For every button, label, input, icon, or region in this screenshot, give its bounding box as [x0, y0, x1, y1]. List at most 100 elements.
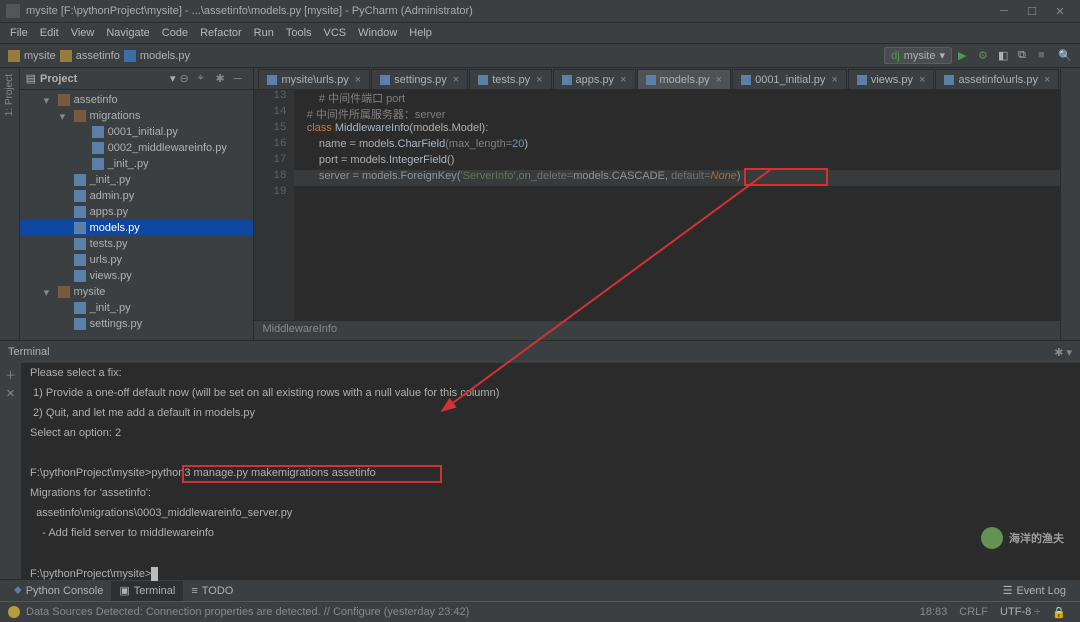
stop-button[interactable]: ■: [1038, 49, 1052, 63]
coverage-button[interactable]: ◧: [998, 49, 1012, 63]
close-icon[interactable]: ×: [536, 74, 542, 86]
tree-file-tests[interactable]: tests.py: [20, 236, 254, 252]
run-config-selector[interactable]: dj mysite ▾: [884, 47, 952, 64]
python-file-icon: [92, 158, 104, 170]
crumb-file[interactable]: models.py: [140, 50, 190, 62]
close-icon[interactable]: ×: [355, 74, 361, 86]
menu-run[interactable]: Run: [248, 27, 280, 39]
menu-refactor[interactable]: Refactor: [194, 27, 248, 39]
tree-file-init-m[interactable]: _init_.py: [20, 156, 254, 172]
tree-folder-mysite[interactable]: ▾mysite: [20, 284, 254, 300]
debug-button[interactable]: ⚙: [978, 49, 992, 63]
django-icon: dj: [891, 50, 900, 62]
line-separator[interactable]: CRLF: [953, 606, 994, 618]
close-button[interactable]: ✕: [1046, 5, 1074, 18]
tab-settings[interactable]: settings.py×: [371, 69, 468, 89]
minimize-button[interactable]: ─: [990, 5, 1018, 17]
python-file-icon: [646, 75, 656, 85]
tree-file-models[interactable]: models.py: [20, 220, 254, 236]
menu-code[interactable]: Code: [156, 27, 194, 39]
crumb-root[interactable]: mysite: [24, 50, 56, 62]
tree-file-admin[interactable]: admin.py: [20, 188, 254, 204]
locate-icon[interactable]: ⌖: [197, 72, 211, 85]
close-icon[interactable]: ×: [831, 74, 837, 86]
editor-breadcrumb[interactable]: MiddlewareInfo: [254, 320, 1060, 340]
close-icon[interactable]: ×: [919, 74, 925, 86]
menu-view[interactable]: View: [65, 27, 101, 39]
tree-folder-assetinfo[interactable]: ▾assetinfo: [20, 92, 254, 108]
status-bar: Data Sources Detected: Connection proper…: [0, 601, 1080, 622]
menu-vcs[interactable]: VCS: [318, 27, 353, 39]
python-file-icon: [857, 75, 867, 85]
code-area[interactable]: 13 14 15 16 17 18 19 # 中间件端口 port # 中间件所…: [254, 90, 1060, 320]
folder-icon: [60, 50, 72, 62]
tree-file-views[interactable]: views.py: [20, 268, 254, 284]
python-file-icon: [74, 302, 86, 314]
run-button[interactable]: ▶: [958, 49, 972, 63]
tab-assetinfo-urls[interactable]: assetinfo\urls.py×: [935, 69, 1059, 89]
close-icon[interactable]: ×: [620, 74, 626, 86]
tree-file-apps[interactable]: apps.py: [20, 204, 254, 220]
tab-models[interactable]: models.py×: [637, 69, 732, 89]
bulb-icon[interactable]: [8, 606, 20, 618]
menu-navigate[interactable]: Navigate: [100, 27, 155, 39]
close-icon[interactable]: ×: [453, 74, 459, 86]
tab-apps[interactable]: apps.py×: [553, 69, 636, 89]
hide-icon[interactable]: ─: [233, 73, 247, 85]
watermark: 海洋的渔夫: [981, 527, 1064, 549]
tree-file-init[interactable]: _init_.py: [20, 172, 254, 188]
chevron-down-icon[interactable]: ▾: [170, 72, 176, 85]
tree-file-0002[interactable]: 0002_middlewareinfo.py: [20, 140, 254, 156]
breadcrumb: mysite assetinfo models.py: [8, 50, 884, 62]
folder-icon: ▤: [26, 72, 36, 85]
menu-edit[interactable]: Edit: [34, 27, 65, 39]
tree-file-0001[interactable]: 0001_initial.py: [20, 124, 254, 140]
close-session-icon[interactable]: ✕: [4, 387, 18, 401]
caret-position[interactable]: 18:83: [914, 606, 954, 618]
tree-file-settings[interactable]: settings.py: [20, 316, 254, 332]
tab-views[interactable]: views.py×: [848, 69, 935, 89]
close-icon[interactable]: ×: [1044, 74, 1050, 86]
gear-icon[interactable]: ✱ ▾: [1054, 346, 1072, 359]
watermark-text: 海洋的渔夫: [1009, 530, 1064, 546]
search-everywhere-button[interactable]: 🔍: [1058, 49, 1072, 63]
gear-icon[interactable]: ✱: [215, 72, 229, 85]
python-file-icon: [741, 75, 751, 85]
collapse-icon[interactable]: ⊖: [179, 72, 193, 85]
crumb-pkg[interactable]: assetinfo: [76, 50, 120, 62]
project-tree: ▾assetinfo ▾migrations 0001_initial.py 0…: [20, 90, 254, 334]
maximize-button[interactable]: ☐: [1018, 5, 1046, 18]
lock-icon[interactable]: 🔒: [1046, 606, 1072, 619]
python-file-icon: [380, 75, 390, 85]
tab-mysite-urls[interactable]: mysite\urls.py×: [258, 69, 370, 89]
toolbar: mysite assetinfo models.py dj mysite ▾ ▶…: [0, 44, 1080, 68]
python-icon: ⬥: [14, 584, 22, 597]
menu-file[interactable]: File: [4, 27, 34, 39]
tab-tests[interactable]: tests.py×: [469, 69, 551, 89]
tree-folder-migrations[interactable]: ▾migrations: [20, 108, 254, 124]
run-config-label: mysite: [904, 50, 936, 62]
code-lines[interactable]: # 中间件端口 port # 中间件所属服务器：server class Mid…: [294, 90, 1060, 320]
project-toolwindow-tab[interactable]: 1: Project: [4, 74, 15, 116]
python-file-icon: [74, 254, 86, 266]
gutter: 13 14 15 16 17 18 19: [254, 90, 294, 320]
window-title: mysite [F:\pythonProject\mysite] - ...\a…: [26, 5, 990, 17]
tree-file-init2[interactable]: _init_.py: [20, 300, 254, 316]
python-file-icon: [74, 174, 86, 186]
status-message[interactable]: Data Sources Detected: Connection proper…: [26, 606, 914, 618]
close-icon[interactable]: ×: [716, 74, 722, 86]
tree-file-urls[interactable]: urls.py: [20, 252, 254, 268]
tab-0001-initial[interactable]: 0001_initial.py×: [732, 69, 847, 89]
profile-button[interactable]: ⧉: [1018, 49, 1032, 63]
titlebar: mysite [F:\pythonProject\mysite] - ...\a…: [0, 0, 1080, 23]
editor: mysite\urls.py× settings.py× tests.py× a…: [254, 68, 1060, 340]
menu-window[interactable]: Window: [352, 27, 403, 39]
python-file-icon: [267, 75, 277, 85]
editor-tabs: mysite\urls.py× settings.py× tests.py× a…: [254, 68, 1060, 90]
file-encoding[interactable]: UTF-8 ÷: [994, 606, 1046, 618]
menu-help[interactable]: Help: [403, 27, 438, 39]
terminal-output[interactable]: Please select a fix: 1) Provide a one-of…: [22, 363, 1080, 579]
menu-tools[interactable]: Tools: [280, 27, 318, 39]
new-session-icon[interactable]: ＋: [4, 367, 18, 381]
terminal-panel: Terminal ✱ ▾ ＋ ✕ Please select a fix: 1)…: [0, 340, 1080, 579]
